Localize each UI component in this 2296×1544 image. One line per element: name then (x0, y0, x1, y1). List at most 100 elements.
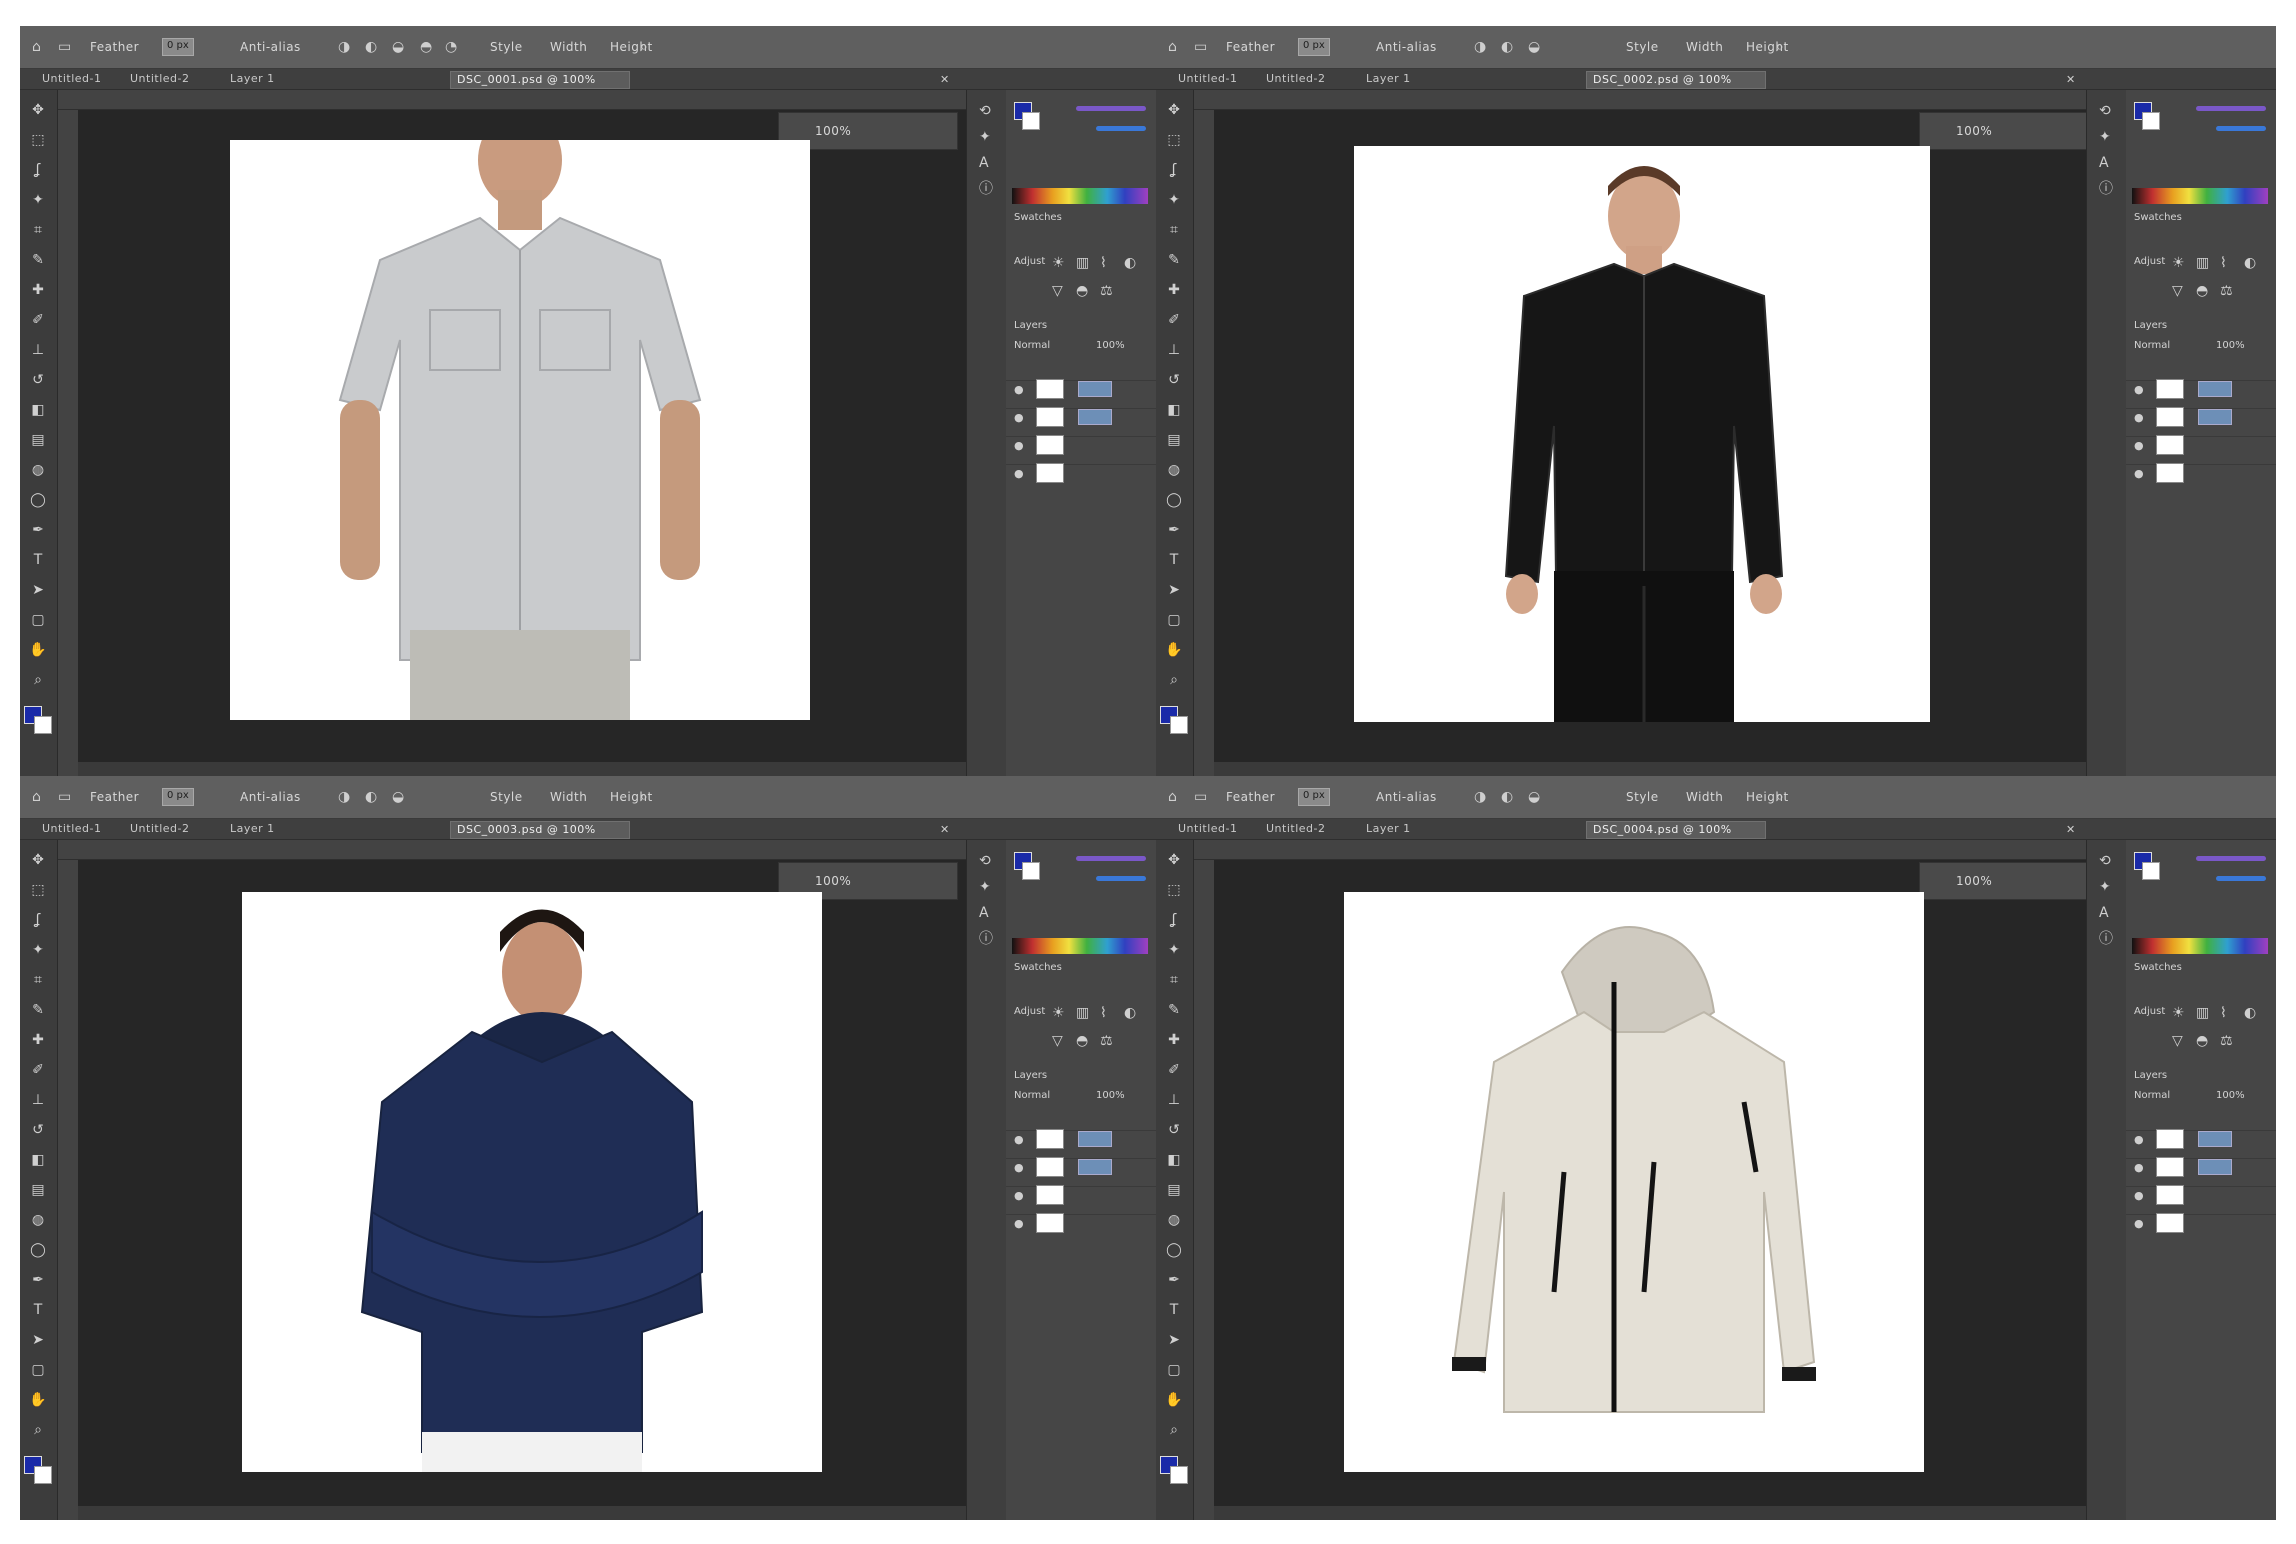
layer-row[interactable]: ● (1006, 463, 1156, 483)
horizontal-scrollbar[interactable] (78, 762, 966, 776)
move-tool-icon[interactable]: ✥ (1164, 850, 1184, 870)
brush-tool-icon[interactable]: ✐ (28, 1060, 48, 1080)
type-tool-icon[interactable]: T (1164, 550, 1184, 570)
tool-option-icon[interactable]: ◒ (1528, 790, 1540, 804)
visibility-eye-icon[interactable]: ● (1014, 383, 1024, 397)
shape-tool-icon[interactable]: ▢ (1164, 1360, 1184, 1380)
option-anti-alias[interactable]: Anti-alias (240, 40, 301, 54)
info-icon[interactable]: ⓘ (2099, 182, 2113, 196)
option-width[interactable]: Width (550, 790, 587, 804)
tool-option-icon[interactable]: ◑ (338, 790, 350, 804)
color-spectrum[interactable] (2132, 938, 2268, 954)
brush-tool-icon[interactable]: ✐ (1164, 310, 1184, 330)
adjust-levels-icon[interactable]: ▥ (1076, 256, 1089, 270)
tab-untitled-1[interactable]: Untitled-1 (1178, 72, 1237, 85)
hand-tool-icon[interactable]: ✋ (28, 640, 48, 660)
history-brush-icon[interactable]: ↺ (28, 370, 48, 390)
layers-label[interactable]: Layers (2134, 320, 2167, 331)
visibility-eye-icon[interactable]: ● (1014, 1161, 1024, 1175)
adjust-levels-icon[interactable]: ▥ (2196, 1006, 2209, 1020)
tool-option-icon[interactable]: ◑ (1474, 40, 1486, 54)
tab-untitled-2[interactable]: Untitled-2 (1266, 822, 1325, 835)
type-tool-icon[interactable]: T (28, 550, 48, 570)
color-spectrum[interactable] (1012, 938, 1148, 954)
tab-untitled-1[interactable]: Untitled-1 (42, 72, 101, 85)
tool-option-icon[interactable]: ◑ (1474, 790, 1486, 804)
adjust-vibrance-icon[interactable]: ▽ (2172, 1034, 2183, 1048)
slider-blue[interactable] (1096, 126, 1146, 131)
layers-label[interactable]: Layers (1014, 320, 1047, 331)
wand-tool-icon[interactable]: ✦ (28, 190, 48, 210)
stamp-tool-icon[interactable]: ⊥ (28, 1090, 48, 1110)
swatches-label[interactable]: Swatches (2134, 212, 2182, 223)
blend-mode[interactable]: Normal (1014, 340, 1050, 351)
tool-option-icon[interactable]: ◒ (392, 790, 404, 804)
zoom-tool-icon[interactable]: ⌕ (28, 1420, 48, 1440)
visibility-eye-icon[interactable]: ● (2134, 1217, 2144, 1231)
value-chip[interactable]: 0 px (1298, 38, 1330, 56)
crop-tool-icon[interactable]: ⌗ (1164, 970, 1184, 990)
adjust-vibrance-icon[interactable]: ▽ (1052, 1034, 1063, 1048)
home-icon[interactable]: ⌂ (1168, 40, 1177, 54)
close-icon[interactable]: ✕ (2066, 823, 2075, 837)
gradient-tool-icon[interactable]: ▤ (28, 430, 48, 450)
brush-settings-icon[interactable]: ✦ (2099, 880, 2111, 894)
adjust-hue-icon[interactable]: ◓ (2196, 1034, 2208, 1048)
slider-blue[interactable] (2216, 126, 2266, 131)
visibility-eye-icon[interactable]: ● (1014, 467, 1024, 481)
type-tool-icon[interactable]: T (1164, 1300, 1184, 1320)
wand-tool-icon[interactable]: ✦ (1164, 940, 1184, 960)
opacity-value[interactable]: 100% (2216, 340, 2245, 351)
tab-layer-1[interactable]: Layer 1 (230, 72, 275, 85)
move-tool-icon[interactable]: ✥ (1164, 100, 1184, 120)
option-style[interactable]: Style (490, 790, 523, 804)
visibility-eye-icon[interactable]: ● (1014, 439, 1024, 453)
layer-row[interactable]: ● (2126, 1157, 2276, 1177)
home-icon[interactable]: ⌂ (32, 790, 41, 804)
layer-row[interactable]: ● (1006, 1129, 1156, 1149)
brush-settings-icon[interactable]: ✦ (2099, 130, 2111, 144)
character-icon[interactable]: A (979, 156, 989, 170)
horizontal-scrollbar[interactable] (1214, 1506, 2086, 1520)
blur-tool-icon[interactable]: ◍ (28, 460, 48, 480)
eyedropper-icon[interactable]: ✎ (1164, 250, 1184, 270)
layer-row[interactable]: ● (1006, 379, 1156, 399)
pen-tool-icon[interactable]: ✒ (1164, 1270, 1184, 1290)
horizontal-scrollbar[interactable] (1214, 762, 2086, 776)
tool-option-icon[interactable]: ◐ (365, 40, 377, 54)
document-canvas[interactable] (242, 892, 822, 1472)
tab-active[interactable]: DSC_0004.psd @ 100% (1586, 821, 1766, 839)
opacity-value[interactable]: 100% (1096, 340, 1125, 351)
option-feather[interactable]: Feather (1226, 40, 1275, 54)
dodge-tool-icon[interactable]: ◯ (1164, 1240, 1184, 1260)
option-width[interactable]: Width (1686, 40, 1723, 54)
tool-option-icon[interactable]: ◐ (1501, 790, 1513, 804)
search-icon[interactable]: ⌕ (640, 40, 648, 54)
marquee-tool-icon[interactable]: ▭ (1194, 40, 1207, 54)
dodge-tool-icon[interactable]: ◯ (28, 1240, 48, 1260)
tool-option-icon[interactable]: ◒ (1528, 40, 1540, 54)
crop-tool-icon[interactable]: ⌗ (28, 220, 48, 240)
tab-active[interactable]: DSC_0002.psd @ 100% (1586, 71, 1766, 89)
marquee-tool-icon[interactable]: ▭ (58, 40, 71, 54)
adjust-brightness-icon[interactable]: ☀ (1052, 256, 1065, 270)
layer-row[interactable]: ● (1006, 1185, 1156, 1205)
layer-row[interactable]: ● (2126, 463, 2276, 483)
adjust-balance-icon[interactable]: ⚖ (1100, 284, 1113, 298)
adjust-hue-icon[interactable]: ◓ (1076, 284, 1088, 298)
adjust-label[interactable]: Adjust (1014, 256, 1045, 267)
history-brush-icon[interactable]: ↺ (1164, 1120, 1184, 1140)
navigator-box[interactable]: 100% (1919, 862, 2099, 900)
value-chip[interactable]: 0 px (1298, 788, 1330, 806)
color-bg-swatch[interactable] (2142, 112, 2160, 130)
blur-tool-icon[interactable]: ◍ (1164, 1210, 1184, 1230)
path-select-icon[interactable]: ➤ (28, 580, 48, 600)
marquee-tool-icon[interactable]: ⬚ (28, 880, 48, 900)
value-chip[interactable]: 0 px (162, 38, 194, 56)
adjust-curves-icon[interactable]: ⌇ (2220, 1006, 2227, 1020)
adjust-vibrance-icon[interactable]: ▽ (2172, 284, 2183, 298)
option-width[interactable]: Width (1686, 790, 1723, 804)
layer-row[interactable]: ● (1006, 1157, 1156, 1177)
adjust-vibrance-icon[interactable]: ▽ (1052, 284, 1063, 298)
visibility-eye-icon[interactable]: ● (2134, 467, 2144, 481)
